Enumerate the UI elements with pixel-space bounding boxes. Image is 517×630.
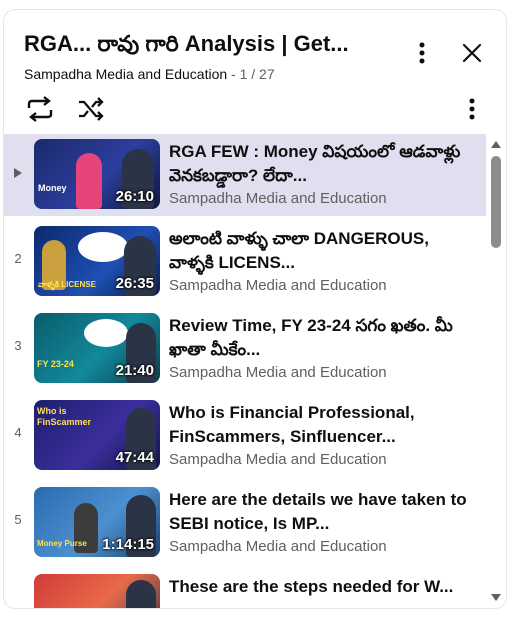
- close-icon: [462, 43, 482, 63]
- video-channel[interactable]: Sampadha Media and Education: [169, 277, 387, 294]
- more-actions-button[interactable]: [404, 35, 440, 71]
- play-indicator-icon: [14, 168, 22, 178]
- thumbnail-caption: Money Purse: [37, 539, 87, 548]
- video-title[interactable]: These are the steps needed for W...: [169, 575, 469, 599]
- thumbnail-bubble: [84, 319, 128, 347]
- video-thumbnail[interactable]: Money 26:10: [34, 139, 160, 209]
- playlist-panel: RGA... రావు గారి Analysis | Get... Sampa…: [3, 9, 507, 609]
- now-playing-indicator: [4, 164, 32, 182]
- video-thumbnail[interactable]: [34, 574, 160, 608]
- playlist-position: - 1 / 27: [227, 66, 275, 82]
- video-channel[interactable]: Sampadha Media and Education: [169, 364, 387, 381]
- video-title[interactable]: అలాంటి వాళ్ళు చాలా DANGEROUS, వాళ్ళకి LI…: [169, 227, 469, 275]
- thumbnail-caption: వాళ్ళకి LICENSE: [38, 280, 96, 289]
- video-title[interactable]: Here are the details we have taken to SE…: [169, 488, 469, 536]
- video-title[interactable]: RGA FEW : Money విషయంలో ఆడవాళ్లు వెనకబడ్…: [169, 140, 469, 188]
- video-thumbnail[interactable]: FY 23-24 21:40: [34, 313, 160, 383]
- video-thumbnail[interactable]: Money Purse 1:14:15: [34, 487, 160, 557]
- scrollbar-thumb[interactable]: [491, 156, 501, 248]
- scroll-down-icon[interactable]: [490, 593, 502, 603]
- playlist-item[interactable]: 5 Money Purse 1:14:15 Here are the detai…: [4, 482, 486, 564]
- playlist-subtitle: Sampadha Media and Education - 1 / 27: [24, 65, 275, 83]
- video-channel[interactable]: Sampadha Media and Education: [169, 538, 387, 555]
- video-duration: 26:10: [115, 188, 154, 205]
- video-duration: 1:14:15: [102, 536, 154, 553]
- scroll-up-icon[interactable]: [490, 139, 502, 149]
- shuffle-button[interactable]: [73, 91, 109, 127]
- playlist-items: Money 26:10 RGA FEW : Money విషయంలో ఆడవా…: [4, 134, 486, 608]
- video-thumbnail[interactable]: వాళ్ళకి LICENSE 26:35: [34, 226, 160, 296]
- item-index: 5: [14, 512, 22, 527]
- item-index: 2: [14, 251, 22, 266]
- channel-name[interactable]: Sampadha Media and Education: [24, 66, 227, 82]
- playlist-item[interactable]: 3 FY 23-24 21:40 Review Time, FY 23-24 స…: [4, 308, 486, 390]
- video-duration: 26:35: [115, 275, 154, 292]
- playlist-title[interactable]: RGA... రావు గారి Analysis | Get...: [24, 30, 394, 58]
- shuffle-icon: [79, 97, 104, 121]
- thumbnail-bubble: [78, 232, 128, 262]
- playlist-item[interactable]: 2 వాళ్ళకి LICENSE 26:35 అలాంటి వాళ్ళు చా…: [4, 221, 486, 303]
- playlist-item[interactable]: 4 Who is FinScammer 47:44 Who is Financi…: [4, 395, 486, 477]
- playlist-item[interactable]: These are the steps needed for W...: [4, 569, 486, 608]
- video-title[interactable]: Review Time, FY 23-24 సగం ఖతం. మీ ఖాతా మ…: [169, 314, 469, 362]
- thumbnail-caption: FY 23-24: [37, 359, 74, 369]
- thumbnail-caption: Money: [38, 183, 67, 193]
- video-title[interactable]: Who is Financial Professional, FinScamme…: [169, 401, 469, 449]
- more-vert-icon: [419, 42, 425, 64]
- scrollbar[interactable]: [486, 134, 506, 608]
- loop-button[interactable]: [22, 91, 58, 127]
- video-channel[interactable]: Sampadha Media and Education: [169, 190, 387, 207]
- video-duration: 21:40: [115, 362, 154, 379]
- close-button[interactable]: [454, 35, 490, 71]
- video-channel[interactable]: Sampadha Media and Education: [169, 451, 387, 468]
- item-index: 4: [14, 425, 22, 440]
- playlist-item[interactable]: Money 26:10 RGA FEW : Money విషయంలో ఆడవా…: [4, 134, 486, 216]
- thumbnail-caption: Who is FinScammer: [37, 406, 92, 427]
- more-vert-icon: [469, 98, 475, 120]
- loop-icon: [27, 96, 53, 122]
- playlist-options-button[interactable]: [454, 91, 490, 127]
- thumbnail-person: [76, 153, 102, 209]
- video-duration: 47:44: [115, 449, 154, 466]
- item-index: 3: [14, 338, 22, 353]
- thumbnail-person: [126, 580, 156, 608]
- video-thumbnail[interactable]: Who is FinScammer 47:44: [34, 400, 160, 470]
